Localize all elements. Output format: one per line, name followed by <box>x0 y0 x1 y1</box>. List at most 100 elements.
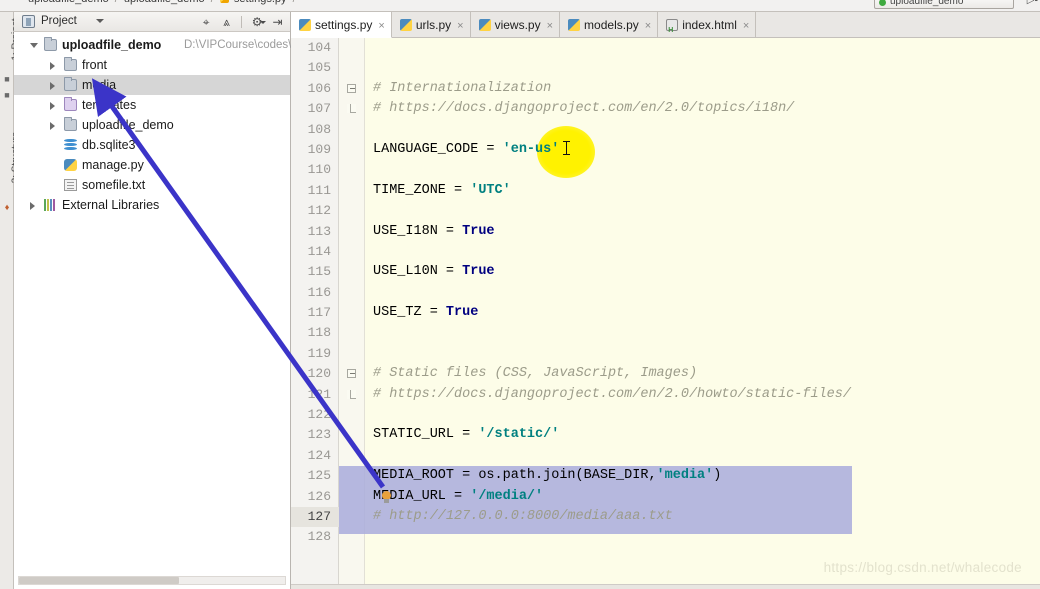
text-file-icon <box>64 179 77 191</box>
fold-end-icon[interactable] <box>347 104 356 114</box>
close-icon[interactable]: × <box>378 13 384 39</box>
code-line[interactable]: 116 <box>291 283 1040 303</box>
chevron-down-icon[interactable] <box>96 19 104 23</box>
code-token: '/static/' <box>478 427 560 443</box>
close-icon[interactable]: × <box>645 13 651 39</box>
run-configuration-selector[interactable]: uploadfile_demo <box>874 0 1014 9</box>
code-line[interactable]: 124 <box>291 446 1040 466</box>
python-file-icon <box>219 0 229 3</box>
fold-end-icon[interactable] <box>347 389 356 399</box>
code-text[interactable]: # Static files (CSS, JavaScript, Images) <box>373 364 697 384</box>
code-text[interactable]: # https://docs.djangoproject.com/en/2.0/… <box>373 99 794 119</box>
breadcrumb[interactable]: uploadfile_demo / uploadfile_demo / sett… <box>28 0 299 5</box>
code-text[interactable]: TIME_ZONE = 'UTC' <box>373 181 511 201</box>
breadcrumb-segment-2[interactable]: settings.py <box>234 0 287 5</box>
close-icon[interactable]: × <box>457 13 463 39</box>
fold-region-icon[interactable] <box>347 369 356 379</box>
editor-tab[interactable]: urls.py × <box>392 12 471 38</box>
code-text[interactable]: USE_TZ = True <box>373 303 478 323</box>
code-line[interactable]: 105 <box>291 58 1040 78</box>
code-line[interactable]: 118 <box>291 323 1040 343</box>
fold-region-icon[interactable] <box>347 83 356 93</box>
code-text[interactable]: MEDIA_URL = '/media/' <box>373 487 543 507</box>
code-line[interactable]: 107 # https://docs.djangoproject.com/en/2… <box>291 99 1040 119</box>
code-line[interactable]: 126 MEDIA_URL = '/media/' <box>291 487 1040 507</box>
close-icon[interactable]: × <box>743 13 749 39</box>
python-file-icon <box>299 19 311 31</box>
code-text[interactable]: USE_L10N = True <box>373 262 495 282</box>
collapse-all-icon[interactable]: ⩓ <box>218 14 235 30</box>
breadcrumb-segment-0[interactable]: uploadfile_demo <box>28 0 109 5</box>
code-text[interactable]: USE_I18N = True <box>373 222 495 242</box>
line-number: 126 <box>307 488 331 504</box>
code-line[interactable]: 112 <box>291 201 1040 221</box>
code-line[interactable]: 117 USE_TZ = True <box>291 303 1040 323</box>
twisty-collapsed-icon[interactable] <box>50 122 55 130</box>
code-text[interactable]: LANGUAGE_CODE = 'en-us' <box>373 140 559 160</box>
editor-tab[interactable]: index.html × <box>658 12 757 44</box>
code-line[interactable]: 122 <box>291 405 1040 425</box>
code-editor[interactable]: 104 105 106 # Internationalization 107 # http… <box>291 38 1040 589</box>
line-number: 114 <box>307 243 331 259</box>
scrollbar-thumb[interactable] <box>19 577 179 584</box>
code-text[interactable]: # https://docs.djangoproject.com/en/2.0/… <box>373 385 851 405</box>
editor-tab[interactable]: settings.py × <box>291 12 392 38</box>
favorites-icon[interactable]: ■ <box>2 74 12 84</box>
intention-bulb-icon[interactable] <box>381 490 392 504</box>
code-line[interactable]: 109 LANGUAGE_CODE = 'en-us' <box>291 140 1040 160</box>
settings-gear-icon[interactable]: ⚙ <box>249 14 266 30</box>
web-icon[interactable]: ■ <box>2 90 12 100</box>
code-line[interactable]: 125 MEDIA_ROOT = os.path.join(BASE_DIR,'m… <box>291 466 1040 486</box>
python-file-icon <box>64 159 77 171</box>
code-lines[interactable]: 104 105 106 # Internationalization 107 # http… <box>291 38 1040 548</box>
code-line[interactable]: 123 STATIC_URL = '/static/' <box>291 425 1040 445</box>
toolbar-right-icons[interactable]: ▷▪ <box>1027 0 1038 6</box>
tree-row[interactable]: somefile.txt <box>14 175 290 195</box>
twisty-expanded-icon[interactable] <box>30 43 38 48</box>
run-config-label: uploadfile_demo <box>890 0 964 7</box>
code-token: USE_L10N = <box>373 264 463 280</box>
line-number: 124 <box>307 447 331 463</box>
hide-panel-icon[interactable]: ⇥ <box>269 14 286 30</box>
code-text[interactable]: # http://127.0.0.0:8000/media/aaa.txt <box>373 507 673 527</box>
project-panel-title: Project <box>41 15 77 27</box>
code-line[interactable]: 121 # https://docs.djangoproject.com/en/2… <box>291 385 1040 405</box>
tree-row[interactable]: manage.py <box>14 155 290 175</box>
twisty-collapsed-icon[interactable] <box>30 202 35 210</box>
code-line[interactable]: 120 # Static files (CSS, JavaScript, Imag… <box>291 364 1040 384</box>
run-config-icon <box>879 0 886 6</box>
locate-icon[interactable]: ⌖ <box>198 14 215 30</box>
code-line[interactable]: 119 <box>291 344 1040 364</box>
code-line[interactable]: 106 # Internationalization <box>291 79 1040 99</box>
tree-row[interactable]: uploadfile_demo <box>14 115 290 135</box>
close-icon[interactable]: × <box>547 13 553 39</box>
code-line[interactable]: 115 USE_L10N = True <box>291 262 1040 282</box>
folder-icon <box>64 57 77 71</box>
code-text[interactable]: STATIC_URL = '/static/' <box>373 425 559 445</box>
twisty-collapsed-icon[interactable] <box>50 102 55 110</box>
code-line[interactable]: 113 USE_I18N = True <box>291 222 1040 242</box>
code-token: 'media' <box>656 468 714 484</box>
tree-row[interactable]: External Libraries <box>14 195 290 215</box>
tree-row[interactable]: templates <box>14 95 290 115</box>
code-text[interactable]: MEDIA_ROOT = os.path.join(BASE_DIR,'medi… <box>373 466 721 486</box>
line-number: 120 <box>307 366 331 382</box>
breadcrumb-segment-1[interactable]: uploadfile_demo <box>124 0 205 5</box>
editor-tab[interactable]: views.py × <box>471 12 561 39</box>
tree-row[interactable]: uploadfile_demo D:\VIPCourse\codes\pyt <box>14 35 307 55</box>
code-line[interactable]: 127 # http://127.0.0.0:8000/media/aaa.txt <box>291 506 1040 528</box>
code-text[interactable]: # Internationalization <box>373 79 551 99</box>
twisty-collapsed-icon[interactable] <box>50 62 55 70</box>
tree-row[interactable]: media <box>14 75 290 95</box>
twisty-collapsed-icon[interactable] <box>50 82 55 90</box>
editor-tab[interactable]: models.py × <box>560 12 659 39</box>
tree-row[interactable]: db.sqlite3 <box>14 135 290 155</box>
code-line[interactable]: 114 <box>291 242 1040 262</box>
tree-row[interactable]: front <box>14 55 290 75</box>
code-line[interactable]: 104 <box>291 38 1040 58</box>
code-line[interactable]: 111 TIME_ZONE = 'UTC' <box>291 181 1040 201</box>
project-horizontal-scrollbar[interactable] <box>18 576 286 585</box>
database-icon[interactable]: ♦ <box>2 202 12 212</box>
code-line[interactable]: 108 <box>291 120 1040 140</box>
code-line[interactable]: 110 <box>291 160 1040 180</box>
